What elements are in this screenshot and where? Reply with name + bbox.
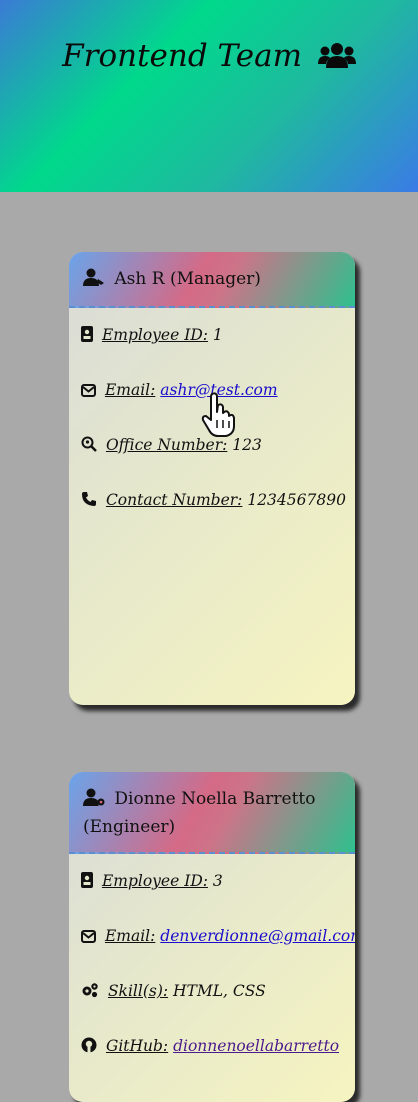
card-header: Ash R (Manager)	[69, 252, 355, 308]
cogs-icon	[81, 982, 99, 1002]
employee-name: Ash R (Manager)	[114, 269, 261, 289]
team-title-text: Frontend Team	[62, 38, 303, 74]
skills-label: Skill(s):	[107, 982, 169, 1000]
employee-id-value: 3	[212, 872, 223, 890]
user-tie-icon	[83, 268, 105, 294]
github-icon	[81, 1037, 97, 1057]
employee-id-row: Employee ID: 1	[81, 326, 223, 346]
contact-number-label: Contact Number:	[105, 491, 243, 509]
email-label: Email:	[104, 381, 156, 399]
contact-number-row: Contact Number: 1234567890	[81, 491, 346, 511]
users-icon	[317, 40, 356, 76]
page-header: Frontend Team	[0, 0, 418, 192]
page-title: Frontend Team	[0, 38, 418, 76]
envelope-icon	[81, 383, 96, 401]
hand-pointer-cursor-icon	[200, 392, 240, 442]
github-label: GitHub:	[105, 1037, 169, 1055]
envelope-icon	[81, 929, 96, 947]
skills-value: HTML, CSS	[173, 982, 266, 1000]
user-cog-icon	[83, 788, 105, 814]
email-row: Email: denverdionne@gmail.com	[81, 927, 355, 947]
id-badge-icon	[81, 872, 93, 892]
employee-id-value: 1	[212, 326, 223, 344]
manager-card: Ash R (Manager) Employee ID: 1 Email: as…	[69, 252, 355, 705]
email-label: Email:	[104, 927, 156, 945]
employee-id-row: Employee ID: 3	[81, 872, 223, 892]
email-row: Email: ashr@test.com	[81, 381, 278, 401]
engineer-card: Dionne Noella Barretto (Engineer) Employ…	[69, 772, 355, 1102]
github-row: GitHub: dionnenoellabarretto	[81, 1037, 339, 1057]
id-badge-icon	[81, 326, 93, 346]
phone-icon	[81, 491, 97, 511]
skills-row: Skill(s): HTML, CSS	[81, 982, 266, 1002]
search-location-icon	[81, 436, 97, 456]
email-link[interactable]: denverdionne@gmail.com	[160, 927, 355, 945]
card-header: Dionne Noella Barretto (Engineer)	[69, 772, 355, 854]
contact-number-value: 1234567890	[247, 491, 346, 509]
github-link[interactable]: dionnenoellabarretto	[173, 1037, 339, 1055]
employee-id-label: Employee ID:	[101, 326, 208, 344]
employee-role: (Engineer)	[83, 817, 176, 837]
employee-id-label: Employee ID:	[101, 872, 208, 890]
employee-name-line1: Dionne Noella Barretto	[114, 789, 316, 809]
